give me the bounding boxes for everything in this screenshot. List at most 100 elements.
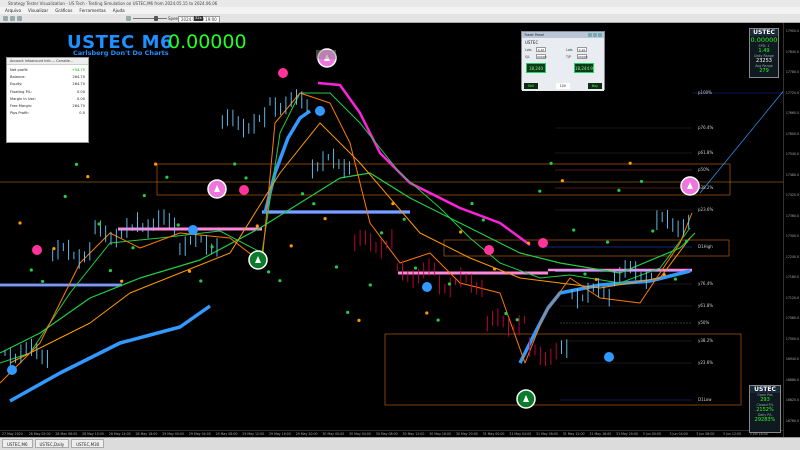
small-dot	[312, 202, 316, 206]
signal-dot	[32, 245, 42, 255]
maximize-icon[interactable]	[593, 33, 597, 37]
small-dot	[165, 175, 169, 179]
time-axis: 27 May 2024 28 May 02:00 28 May 06:00 28 Ma…	[0, 430, 783, 437]
small-dot	[300, 192, 305, 196]
lots-input-2[interactable]: 0.10	[577, 47, 587, 52]
small-dot	[176, 223, 180, 227]
tp-input[interactable]: 20000	[577, 54, 588, 59]
small-dot	[515, 318, 519, 322]
sl-input[interactable]: 20000	[536, 54, 547, 59]
time-tick: 31 May 12:00	[562, 432, 585, 436]
time-tick: 31 May 00:00	[482, 432, 505, 436]
small-dot	[368, 283, 372, 287]
chart-tab[interactable]: USTEC,M30	[71, 439, 105, 448]
small-dot	[572, 228, 576, 232]
time-tick: 3 Jun 08:00	[696, 432, 715, 436]
signal-marker	[316, 50, 336, 59]
speed-slider-knob[interactable]	[154, 16, 158, 21]
speed-slider-track[interactable]	[133, 18, 167, 19]
trade-panel[interactable]: Trade Panel USTEC Lots 0.10 S/L 20000 Lo…	[521, 31, 605, 91]
small-dot	[560, 179, 565, 183]
small-dot	[413, 266, 418, 270]
sl-label: S/L	[525, 55, 530, 59]
price-tick: 16880.0	[785, 377, 799, 382]
window-title-bar: Strategy Tester Visualization - US Tech …	[0, 0, 800, 7]
symbol-subtitle: Carlsberg Don't Do Charts	[73, 49, 169, 57]
small-dot	[639, 179, 644, 184]
price-tick: 17600.0	[785, 131, 799, 136]
widget-symbol: USTEC	[750, 29, 778, 36]
small-dot	[131, 246, 135, 250]
price-chart[interactable]: USTEC M6 Carlsberg Don't Do Charts 0.000…	[0, 23, 800, 437]
small-dot	[323, 217, 327, 221]
account-panel-title[interactable]: Account Infoanount Info — Carsstle...	[7, 58, 88, 65]
price-tick: 16760.0	[785, 418, 799, 423]
price-tick: 17720.0	[785, 90, 799, 95]
small-dot	[628, 161, 632, 165]
signal-dot	[604, 352, 614, 362]
account-row-value: +54.70	[71, 68, 85, 72]
fib-level-label: p76.4%	[698, 125, 714, 130]
chart-canvas	[0, 48, 800, 409]
time-tick: 30 May 20:00	[455, 432, 478, 436]
time-tick: 28 May 10:00	[82, 432, 104, 436]
account-row-label: Margin In Use:	[10, 96, 36, 101]
account-row-value: 264.70	[72, 103, 85, 108]
time-tick: 29 May 12:00	[242, 432, 265, 436]
time-tick: 3 Jun 04:00	[669, 432, 688, 436]
chart-tab[interactable]: USTEC,Daily	[34, 439, 70, 448]
small-dot	[41, 279, 45, 284]
chart-tab[interactable]: USTEC,M6	[2, 439, 33, 448]
close-icon[interactable]	[598, 33, 602, 37]
buy-label[interactable]: Buy	[587, 83, 602, 89]
fib-level-label: y38.2%	[698, 338, 714, 343]
time-tick: 29 May 04:00	[188, 432, 211, 436]
sell-button[interactable]: 18,240	[526, 63, 546, 73]
price-tick: 17360.0	[785, 213, 799, 218]
trend-line	[699, 82, 791, 194]
price-tick: 17180.0	[785, 275, 799, 279]
signal-dot	[484, 245, 494, 255]
fib-level-label: y23.6%	[698, 360, 714, 365]
account-row-label: Pips Profit:	[10, 111, 29, 116]
small-dot	[594, 277, 598, 282]
play-icon[interactable]	[3, 16, 8, 21]
small-dot	[86, 175, 90, 179]
time-tick: 29 May 08:00	[215, 432, 238, 436]
small-dot	[154, 162, 158, 166]
account-row-label: Net profit:	[10, 68, 29, 72]
stop-icon[interactable]	[17, 16, 22, 21]
buy-price: 18,244.90	[575, 66, 596, 71]
small-dot	[244, 176, 248, 180]
menu-item-ajuda[interactable]: Ajuda	[113, 7, 125, 14]
menu-item-visualizar[interactable]: Visualizar	[28, 7, 48, 14]
account-info-panel[interactable]: Account Infoanount Info — Carsstle... Ne…	[6, 57, 89, 143]
small-dot	[278, 279, 282, 283]
small-dot	[538, 189, 542, 193]
small-dot	[481, 218, 485, 222]
price-tick: 17480.0	[785, 172, 799, 177]
time-tick: 31 May 16:00	[589, 432, 612, 436]
time-tick: 30 May 08:00	[375, 432, 398, 436]
minimize-icon[interactable]	[588, 33, 592, 37]
menu-item-arquivo[interactable]: Arquivo	[5, 7, 21, 14]
buy-button[interactable]: 18,244.90	[574, 63, 596, 73]
zone-box	[384, 333, 742, 406]
account-row-value: 264.70	[72, 82, 85, 87]
lots-input[interactable]: 0.10	[536, 47, 546, 52]
signal-dot	[239, 185, 249, 195]
signal-dot	[278, 68, 288, 78]
price-tick: 16820.0	[785, 398, 799, 402]
small-dot	[436, 318, 440, 322]
menu-item-gráficos[interactable]: Gráficos	[55, 7, 72, 14]
account-row-value: 0.00	[76, 89, 85, 94]
small-dot	[549, 161, 553, 165]
price-axis: 17900.0 17840.0 17780.0 17720.0 17660.0 17600…	[783, 23, 800, 437]
sell-label[interactable]: Sell	[524, 83, 538, 89]
small-dot	[289, 244, 293, 248]
symbol-info-widget: USTEC 0.00000 SPD: 1 1.49 Daily Range 23…	[749, 28, 779, 78]
signal-dot	[538, 238, 548, 248]
pause-icon[interactable]	[10, 16, 15, 21]
menu-item-ferramentas[interactable]: Ferramentas	[79, 7, 105, 14]
widget2-v3: 29283%	[754, 417, 776, 423]
